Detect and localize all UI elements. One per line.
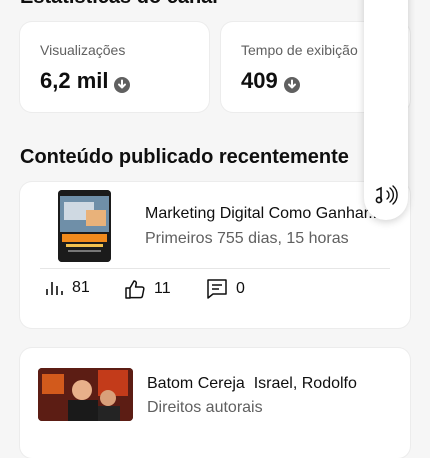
stat-value: 409 bbox=[241, 68, 300, 94]
video-card[interactable]: Marketing Digital Como Ganhar... Primeir… bbox=[20, 182, 410, 328]
stat-value-text: 409 bbox=[241, 68, 278, 93]
audio-note-button[interactable] bbox=[370, 180, 404, 214]
audio-note-icon bbox=[373, 184, 401, 211]
video-subtitle: Direitos autorais bbox=[147, 399, 263, 416]
stat-value: 6,2 mil bbox=[40, 68, 131, 94]
divider bbox=[40, 268, 390, 269]
video-thumbnail[interactable] bbox=[58, 190, 111, 262]
video-card[interactable]: Batom Cereja Israel, Rodolfo Direitos au… bbox=[20, 348, 410, 458]
bar-chart-icon bbox=[44, 278, 64, 298]
views-count: 81 bbox=[72, 279, 90, 296]
arrow-down-circle-icon bbox=[114, 73, 131, 93]
stat-label: Visualizações bbox=[40, 42, 126, 58]
arrow-down-circle-icon bbox=[283, 73, 300, 93]
stat-value-text: 6,2 mil bbox=[40, 68, 109, 93]
video-title-text: Batom Cereja bbox=[147, 375, 245, 392]
stat-label: Tempo de exibição bbox=[241, 42, 358, 58]
thumb-up-icon bbox=[124, 278, 146, 300]
stat-card-views[interactable]: Visualizações 6,2 mil bbox=[20, 22, 209, 112]
video-subtitle: Primeiros 755 dias, 15 horas bbox=[145, 230, 349, 247]
comment-icon bbox=[206, 278, 228, 300]
stats-section-title: Estatísticas do canal bbox=[20, 0, 218, 9]
views-metric: 81 bbox=[44, 278, 90, 298]
likes-metric: 11 bbox=[124, 278, 171, 300]
likes-count: 11 bbox=[154, 280, 171, 297]
video-title[interactable]: Batom Cereja Israel, Rodolfo bbox=[147, 375, 397, 393]
video-title[interactable]: Marketing Digital Como Ganhar... bbox=[145, 205, 385, 223]
comments-metric: 0 bbox=[206, 278, 245, 300]
recent-content-title: Conteúdo publicado recentemente bbox=[20, 146, 349, 168]
video-artists: Israel, Rodolfo bbox=[253, 375, 357, 392]
video-thumbnail[interactable] bbox=[38, 368, 133, 421]
comments-count: 0 bbox=[236, 280, 245, 297]
